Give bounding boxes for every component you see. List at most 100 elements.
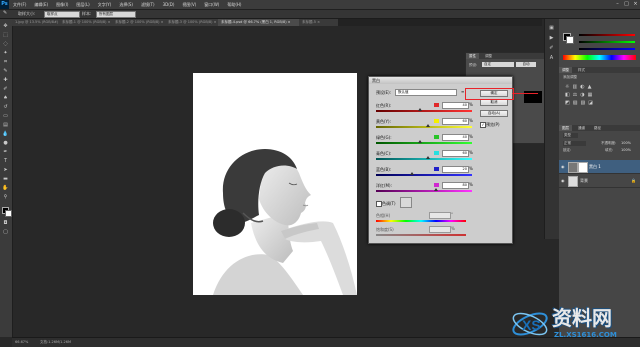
cancel-button[interactable]: 取消	[480, 99, 508, 106]
channel-yellow-slider[interactable]	[376, 126, 472, 128]
sample-size-select[interactable]: 取样点	[44, 11, 80, 18]
channel-cyan-input[interactable]: 60	[442, 150, 469, 157]
layer-row-bw[interactable]: ◉ 黑白 1	[559, 160, 640, 174]
hue-slider[interactable]	[376, 220, 466, 222]
channel-red-thumb[interactable]	[418, 108, 422, 111]
channel-green-input[interactable]: 40	[442, 134, 469, 141]
channel-cyan-slider[interactable]	[376, 158, 472, 160]
minimize-icon[interactable]: –	[613, 0, 622, 9]
opacity-value[interactable]: 100%	[621, 141, 631, 145]
color-bg-swatch[interactable]	[566, 36, 574, 44]
visibility-eye-icon[interactable]: ◉	[561, 164, 565, 169]
menu-help[interactable]: 帮助(H)	[223, 0, 245, 9]
history-brush-icon[interactable]: ↺	[2, 104, 9, 111]
document-canvas[interactable]	[193, 73, 357, 295]
hand-tool-icon[interactable]: ✋	[2, 185, 9, 192]
adjustment-icons[interactable]: ☼▥◐▲ ◧⚖◑▦ ◩▧▨◪	[565, 83, 635, 109]
screen-mode-icon[interactable]: ▢	[2, 229, 9, 236]
actions-panel-icon[interactable]: ▶	[548, 35, 555, 42]
tab-adjustments-small[interactable]: 调整	[482, 53, 495, 59]
tab-channels[interactable]: 通道	[575, 125, 588, 131]
channel-green-slider[interactable]	[376, 142, 472, 144]
maximize-icon[interactable]: □	[622, 0, 631, 9]
eraser-tool-icon[interactable]: ▭	[2, 113, 9, 120]
history-panel-icon[interactable]: ▣	[548, 25, 555, 32]
tab-doc-1[interactable]: 1.jpg @ 13.5% (RGB/8#) ×	[12, 19, 62, 26]
crop-tool-icon[interactable]: ⌗	[2, 59, 9, 66]
pen-tool-icon[interactable]: ✒	[2, 149, 9, 156]
layer-kind-filter[interactable]: 类型	[563, 133, 578, 138]
red-slider[interactable]	[579, 34, 635, 36]
preset-select[interactable]: 默认值	[395, 89, 457, 96]
brush-tool-icon[interactable]: ✐	[2, 86, 9, 93]
channel-magenta-thumb[interactable]	[434, 188, 438, 191]
blur-tool-icon[interactable]: 💧	[2, 131, 9, 138]
eyedropper-icon[interactable]: ✎	[3, 11, 11, 16]
tab-adjustments[interactable]: 调整	[559, 67, 572, 73]
dodge-tool-icon[interactable]: ●	[2, 140, 9, 147]
channel-blue-slider[interactable]	[376, 174, 472, 176]
channel-magenta-input[interactable]: 80	[442, 182, 469, 189]
tint-color-swatch[interactable]	[400, 197, 412, 208]
zoom-tool-icon[interactable]: ⚲	[2, 194, 9, 201]
move-tool-icon[interactable]: ✥	[2, 23, 9, 30]
path-select-icon[interactable]: ➤	[2, 167, 9, 174]
tab-doc-6[interactable]: 未标题-5 ×	[299, 19, 339, 26]
close-icon[interactable]: ×	[631, 0, 640, 9]
menu-view[interactable]: 视图(V)	[178, 0, 200, 9]
props-auto-button[interactable]: 自动	[516, 62, 536, 67]
gradient-tool-icon[interactable]: ▤	[2, 122, 9, 129]
blue-slider[interactable]	[579, 48, 635, 50]
tab-doc-3[interactable]: 未标题-2 @ 100% (RGB/8) ×	[112, 19, 168, 26]
lasso-tool-icon[interactable]: ◌	[2, 41, 9, 48]
blend-mode-select[interactable]: 正常	[563, 141, 586, 146]
auto-button[interactable]: 自动(A)	[480, 110, 508, 117]
channel-red-slider[interactable]	[376, 110, 472, 112]
channel-cyan-thumb[interactable]	[426, 156, 430, 159]
layer-name-background[interactable]: 背景	[580, 178, 588, 184]
menu-image[interactable]: 图像(I)	[52, 0, 72, 9]
sample-select[interactable]: 所有图层	[96, 11, 136, 18]
channel-yellow-input[interactable]: 60	[442, 118, 469, 125]
tab-doc-4[interactable]: 未标题-3 @ 100% (RGB/8) ×	[165, 19, 221, 26]
zoom-level[interactable]: 66.67%	[15, 340, 28, 344]
channel-magenta-slider[interactable]	[376, 190, 472, 192]
layer-row-background[interactable]: ◉ 背景 🔒	[559, 174, 640, 188]
tab-layers[interactable]: 图层	[559, 125, 572, 131]
visibility-eye-icon[interactable]: ◉	[561, 178, 565, 183]
menu-file[interactable]: 文件(F)	[9, 0, 30, 9]
channel-red-input[interactable]: 40	[442, 102, 469, 109]
tab-paths[interactable]: 路径	[591, 125, 604, 131]
stamp-tool-icon[interactable]: ♠	[2, 95, 9, 102]
marquee-tool-icon[interactable]: ⬚	[2, 32, 9, 39]
menu-3d[interactable]: 3D(D)	[159, 0, 179, 9]
saturation-input[interactable]	[429, 226, 451, 233]
tab-doc-5[interactable]: 未标题-4.psd @ 66.7% (黑白 1, RGB/8) ×	[218, 19, 302, 26]
channel-green-thumb[interactable]	[418, 140, 422, 143]
channel-blue-input[interactable]: 20	[442, 166, 469, 173]
magic-wand-icon[interactable]: ✦	[2, 50, 9, 57]
channel-blue-thumb[interactable]	[410, 172, 414, 175]
channel-yellow-thumb[interactable]	[426, 124, 430, 127]
type-tool-icon[interactable]: T	[2, 158, 9, 165]
background-color-swatch[interactable]	[5, 210, 12, 217]
layer-name-bw[interactable]: 黑白 1	[589, 164, 601, 170]
tab-properties[interactable]: 属性	[466, 53, 479, 59]
tab-styles[interactable]: 样式	[575, 67, 588, 73]
quick-mask-icon[interactable]: ◘	[2, 220, 9, 227]
shape-tool-icon[interactable]: ▬	[2, 176, 9, 183]
healing-tool-icon[interactable]: ✚	[2, 77, 9, 84]
menu-type[interactable]: 文字(Y)	[94, 0, 116, 9]
eyedropper-tool-icon[interactable]: ✎	[2, 68, 9, 75]
fill-value[interactable]: 100%	[621, 148, 631, 152]
menu-filter[interactable]: 滤镜(T)	[137, 0, 159, 9]
props-preset-select[interactable]: 自定	[482, 62, 514, 67]
tab-doc-2[interactable]: 未标题-1 @ 100% (RGB/8) ×	[59, 19, 115, 26]
char-panel-icon[interactable]: A	[548, 55, 555, 62]
hue-input[interactable]	[429, 212, 451, 219]
color-ramp[interactable]	[563, 55, 636, 60]
menu-window[interactable]: 窗口(W)	[200, 0, 223, 9]
brush-panel-icon[interactable]: ✐	[548, 45, 555, 52]
menu-select[interactable]: 选择(S)	[115, 0, 137, 9]
saturation-slider[interactable]	[376, 234, 466, 236]
